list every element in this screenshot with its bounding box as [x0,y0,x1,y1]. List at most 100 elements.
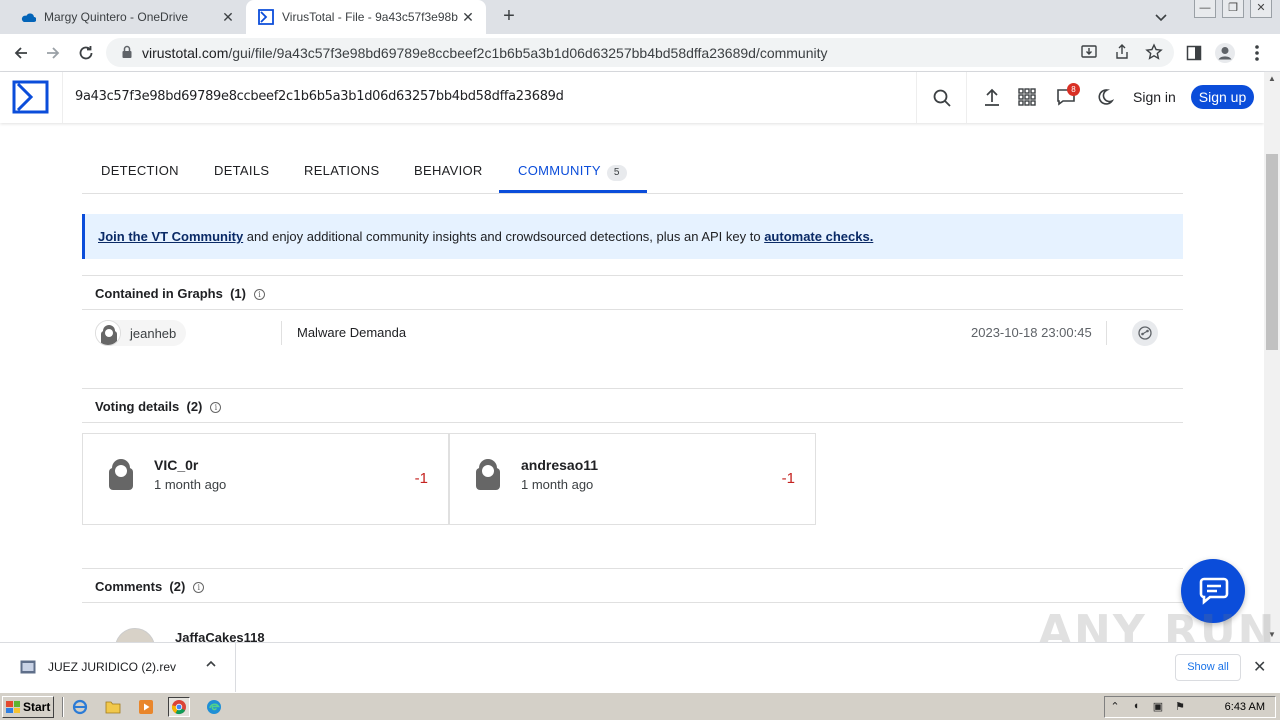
avatar [95,320,121,346]
windows-taskbar: Start ⌃ ◖ ▣ ⚑ 6:43 AM [0,692,1280,720]
media-player-icon[interactable] [135,697,157,717]
section-title: Contained in Graphs (1) i [95,286,265,301]
browser-menu-icon[interactable] [1246,42,1268,64]
chrome-icon[interactable] [168,697,190,717]
sign-in-link[interactable]: Sign in [1133,89,1176,105]
close-window-button[interactable]: ✕ [1250,0,1272,18]
comments-section-header: Comments (2) i [82,568,1183,603]
chat-icon [1199,577,1229,605]
apps-grid-icon[interactable] [1016,86,1038,108]
vote-time: 1 month ago [521,477,594,492]
profile-avatar-icon[interactable] [1214,42,1236,64]
address-bar[interactable]: virustotal.com/gui/file/9a43c57f3e98bd69… [106,38,1174,67]
dark-mode-icon[interactable] [1094,86,1116,108]
automate-checks-link[interactable]: automate checks. [764,229,873,244]
info-icon[interactable]: i [253,289,265,300]
download-file-name: JUEZ JURIDICO (2).rev [48,660,177,674]
forward-arrow-icon[interactable] [42,42,64,64]
close-tab-icon[interactable]: ✕ [458,7,478,27]
tab-details[interactable]: DETAILS [214,163,269,178]
show-all-button[interactable]: Show all [1175,654,1241,681]
scroll-thumb[interactable] [1266,154,1278,350]
banner-text: Join the VT Community and enjoy addition… [98,229,873,244]
active-tab-indicator [499,190,647,193]
voting-title: Voting details [95,399,180,414]
sign-up-button[interactable]: Sign up [1191,85,1254,109]
voting-count: (2) [186,399,203,414]
vote-card[interactable]: VIC_0r 1 month ago -1 [82,433,449,525]
graphs-title: Contained in Graphs [95,286,223,301]
browser-tab-onedrive[interactable]: Margy Quintero - OneDrive ✕ [8,0,246,34]
section-title: Comments (2) i [95,579,205,594]
close-download-bar-icon[interactable]: ✕ [1253,657,1266,677]
minimize-button[interactable]: — [1194,0,1216,18]
tab-search-chevron-icon[interactable] [1152,8,1170,26]
vote-score: -1 [781,470,795,487]
reload-icon[interactable] [75,42,97,64]
browser-tab-strip: Margy Quintero - OneDrive ✕ VirusTotal -… [0,0,1280,34]
system-tray: ⌃ ◖ ▣ ⚑ 6:43 AM [1104,696,1276,718]
browser-tab-virustotal[interactable]: VirusTotal - File - 9a43c57f3e98bd69789e… [246,0,486,34]
graphs-section-header: Contained in Graphs (1) i [82,275,1183,310]
graph-link-icon[interactable] [1132,320,1158,346]
graph-row[interactable]: jeanheb Malware Demanda 2023-10-18 23:00… [82,310,1183,356]
page-scrollbar[interactable]: ▲ ▼ [1264,72,1280,642]
onedrive-cloud-icon [20,9,36,25]
volume-icon[interactable]: ◖ [1129,700,1143,714]
vote-score: -1 [414,470,428,487]
user-chip[interactable]: jeanheb [95,320,187,346]
url-host: virustotal.com [142,45,229,61]
tray-expand-icon[interactable]: ⌃ [1108,700,1122,714]
file-explorer-icon[interactable] [102,697,124,717]
graph-owner-name: jeanheb [130,325,177,341]
comments-icon[interactable]: 8 [1055,83,1080,108]
close-tab-icon[interactable]: ✕ [218,7,238,27]
start-button[interactable]: Start [2,696,54,718]
divider [62,697,64,717]
url-path: /gui/file/9a43c57f3e98bd69789e8ccbeef2c1… [228,45,828,61]
back-arrow-icon[interactable] [10,42,32,64]
info-icon[interactable]: i [210,402,222,413]
scroll-up-arrow-icon[interactable]: ▲ [1264,72,1280,86]
vote-card[interactable]: andresao11 1 month ago -1 [449,433,816,525]
vote-user-name[interactable]: VIC_0r [154,457,198,473]
info-icon[interactable]: i [193,582,205,593]
divider [281,321,282,345]
vote-time: 1 month ago [154,477,227,492]
tab-community[interactable]: COMMUNITY 5 [518,163,627,181]
graphs-count: (1) [230,286,246,301]
tab-detection[interactable]: DETECTION [101,163,179,178]
tab-community-label: COMMUNITY [518,163,601,178]
join-community-link[interactable]: Join the VT Community [98,229,243,244]
bookmark-star-icon[interactable] [1145,43,1163,61]
avatar [470,454,506,490]
new-tab-button[interactable]: + [498,6,520,28]
virustotal-logo-icon[interactable] [12,80,49,114]
vote-user-name[interactable]: andresao11 [521,457,598,473]
network-icon[interactable]: ▣ [1151,700,1165,714]
upload-icon[interactable] [981,86,1003,108]
search-input-value[interactable]: 9a43c57f3e98bd69789e8ccbeef2c1b6b5a3b1d0… [75,89,564,104]
download-item[interactable]: JUEZ JURIDICO (2).rev [0,643,236,693]
internet-explorer-icon[interactable] [69,697,91,717]
download-bar: JUEZ JURIDICO (2).rev Show all ✕ [0,642,1280,693]
graph-name-link[interactable]: Malware Demanda [297,325,406,340]
tab-relations[interactable]: RELATIONS [304,163,379,178]
chevron-up-icon[interactable] [205,658,217,673]
file-icon [20,660,36,674]
avatar [103,454,139,490]
clock: 6:43 AM [1224,701,1265,713]
hash-search-field[interactable]: 9a43c57f3e98bd69789e8ccbeef2c1b6b5a3b1d0… [62,72,916,123]
community-banner: Join the VT Community and enjoy addition… [82,214,1183,259]
virustotal-header: 9a43c57f3e98bd69789e8ccbeef2c1b6b5a3b1d0… [0,72,1264,123]
section-title: Voting details (2) i [95,399,222,414]
side-panel-icon[interactable] [1183,42,1205,64]
install-app-icon[interactable] [1080,43,1098,61]
notification-flag-icon[interactable]: ⚑ [1173,700,1187,714]
edge-icon[interactable] [203,697,225,717]
browser-toolbar: virustotal.com/gui/file/9a43c57f3e98bd69… [0,34,1280,72]
share-icon[interactable] [1113,43,1131,61]
search-icon[interactable] [916,72,967,123]
tab-behavior[interactable]: BEHAVIOR [414,163,483,178]
restore-button[interactable]: ❐ [1222,0,1244,18]
